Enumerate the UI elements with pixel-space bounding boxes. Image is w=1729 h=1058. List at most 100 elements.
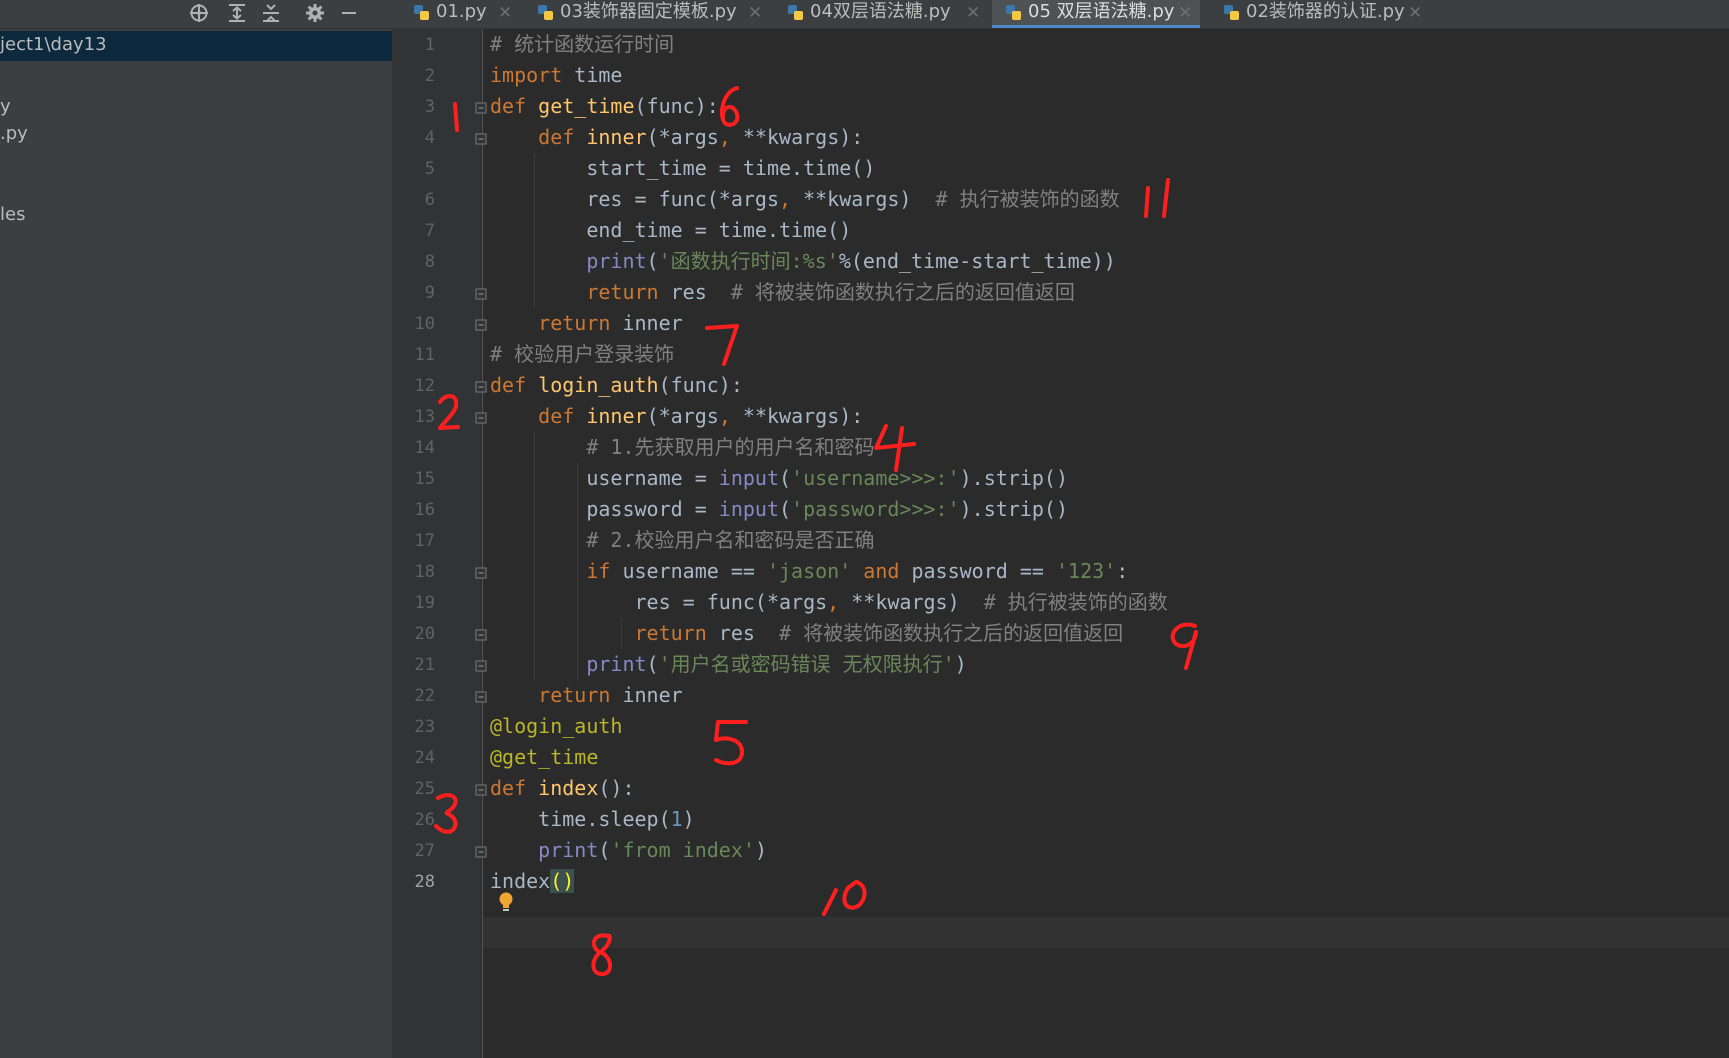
fold-marker-icon[interactable] bbox=[474, 689, 488, 703]
fold-marker-icon[interactable] bbox=[474, 100, 488, 114]
code-line[interactable]: if username == 'jason' and password == '… bbox=[490, 556, 1128, 587]
project-tree-item[interactable]: y bbox=[0, 96, 11, 117]
lightbulb-icon[interactable] bbox=[497, 891, 515, 917]
fold-marker-icon[interactable] bbox=[474, 131, 488, 145]
code-line[interactable]: # 统计函数运行时间 bbox=[490, 29, 674, 60]
line-number: 1 bbox=[424, 35, 435, 55]
code-line[interactable]: print('from index') bbox=[490, 835, 767, 866]
code-line[interactable]: return inner bbox=[490, 308, 683, 339]
close-icon[interactable]: ✕ bbox=[966, 1, 980, 25]
line-number: 2 bbox=[424, 66, 435, 86]
code-line[interactable]: def login_auth(func): bbox=[490, 370, 743, 401]
code-token: @login_auth bbox=[490, 714, 623, 738]
fold-marker-icon[interactable] bbox=[474, 658, 488, 672]
fold-marker-icon[interactable] bbox=[474, 410, 488, 424]
code-token: @get_time bbox=[490, 745, 599, 769]
code-line[interactable]: @login_auth bbox=[490, 711, 622, 742]
code-token: print bbox=[586, 652, 647, 676]
code-line[interactable]: end_time = time.time() bbox=[490, 215, 851, 246]
fold-marker-icon[interactable] bbox=[474, 286, 488, 300]
code-token: index bbox=[490, 869, 551, 893]
locate-icon[interactable] bbox=[186, 0, 212, 26]
tab-file[interactable]: 05 双层语法糖.py ✕ bbox=[992, 0, 1200, 28]
fold-marker-icon[interactable] bbox=[474, 844, 488, 858]
line-number-gutter: 1 2 3 4 5 6 7 8 9 10 11 12 13 14 15 16 17 18 19 20 21 22 23 24 2… bbox=[393, 29, 481, 1058]
line-number: 11 bbox=[414, 345, 435, 365]
code-token: return bbox=[586, 280, 659, 304]
code-line[interactable]: def get_time(func): bbox=[490, 91, 719, 122]
python-file-icon bbox=[1224, 5, 1239, 20]
code-line[interactable]: # 1.先获取用户的用户名和密码 bbox=[490, 432, 874, 463]
code-line[interactable]: start_time = time.time() bbox=[490, 153, 875, 184]
code-token: def bbox=[538, 404, 587, 428]
collapse-all-icon[interactable] bbox=[258, 0, 284, 26]
code-token: ) bbox=[754, 838, 767, 862]
code-token: (func): bbox=[634, 94, 719, 118]
gutter-separator bbox=[482, 29, 483, 1058]
line-number: 7 bbox=[424, 221, 435, 241]
code-token: input bbox=[718, 466, 779, 490]
fold-marker-icon[interactable] bbox=[474, 379, 488, 393]
close-icon[interactable]: ✕ bbox=[1408, 1, 1422, 25]
code-token: ( bbox=[779, 497, 792, 521]
code-token: and bbox=[851, 559, 900, 583]
close-icon[interactable]: ✕ bbox=[498, 1, 512, 25]
indent-guide bbox=[534, 432, 535, 680]
code-token: '函数执行时间:%s' bbox=[658, 249, 839, 273]
code-line[interactable]: time.sleep(1) bbox=[490, 804, 695, 835]
fold-marker-icon[interactable] bbox=[474, 565, 488, 579]
code-token: username == bbox=[610, 559, 767, 583]
project-path: ject1\day13 bbox=[0, 34, 107, 55]
code-line[interactable]: def index(): bbox=[490, 773, 635, 804]
fold-marker-icon[interactable] bbox=[474, 782, 488, 796]
code-token: ( bbox=[646, 249, 659, 273]
code-token: **kwargs): bbox=[742, 404, 864, 428]
code-line[interactable]: res = func(*args, **kwargs) # 执行被装饰的函数 bbox=[490, 587, 1167, 618]
line-number: 23 bbox=[414, 717, 435, 737]
code-editor[interactable]: 1 2 3 4 5 6 7 8 9 10 11 12 13 14 15 16 17 18 19 20 21 22 23 24 2… bbox=[393, 29, 1729, 1058]
code-line[interactable]: res = func(*args, **kwargs) # 执行被装饰的函数 bbox=[490, 184, 1119, 215]
code-line[interactable]: return res # 将被装饰函数执行之后的返回值返回 bbox=[490, 277, 1075, 308]
code-token: # 将被装饰函数执行之后的返回值返回 bbox=[730, 280, 1075, 304]
tab-file[interactable]: 01.py ✕ bbox=[400, 0, 520, 28]
code-line[interactable]: print('函数执行时间:%s'%(end_time-start_time)) bbox=[490, 246, 1115, 277]
tab-label: 03装饰器固定模板.py bbox=[560, 1, 737, 22]
code-line[interactable]: print('用户名或密码错误 无权限执行') bbox=[490, 649, 966, 680]
fold-marker-icon[interactable] bbox=[474, 317, 488, 331]
fold-marker-icon[interactable] bbox=[474, 627, 488, 641]
close-icon[interactable]: ✕ bbox=[1178, 1, 1192, 25]
expand-all-icon[interactable] bbox=[224, 0, 250, 26]
close-icon[interactable]: ✕ bbox=[748, 1, 762, 25]
selected-project-folder[interactable]: ject1\day13 bbox=[0, 31, 392, 61]
minimize-icon[interactable] bbox=[336, 0, 362, 26]
code-token: inner bbox=[610, 311, 683, 335]
gear-icon[interactable] bbox=[302, 0, 328, 26]
code-token: import bbox=[490, 63, 563, 87]
code-token: input bbox=[718, 497, 779, 521]
tab-file[interactable]: 03装饰器固定模板.py ✕ bbox=[524, 0, 770, 28]
tab-file[interactable]: 02装饰器的认证.py ✕ bbox=[1210, 0, 1430, 28]
code-token: inner bbox=[586, 125, 647, 149]
code-token: ( bbox=[598, 838, 611, 862]
code-line[interactable]: return inner bbox=[490, 680, 683, 711]
code-line[interactable]: # 2.校验用户名和密码是否正确 bbox=[490, 525, 875, 556]
project-tree-item[interactable]: les bbox=[0, 204, 25, 225]
code-line[interactable]: return res # 将被装饰函数执行之后的返回值返回 bbox=[490, 618, 1124, 649]
code-token: start_time = time.time() bbox=[490, 156, 876, 180]
code-line[interactable]: @get_time bbox=[490, 742, 598, 773]
tab-file[interactable]: 04双层语法糖.py ✕ bbox=[774, 0, 988, 28]
project-tree-item[interactable]: .py bbox=[0, 123, 28, 144]
code-token: # 2.校验用户名和密码是否正确 bbox=[586, 528, 875, 552]
code-line[interactable]: # 校验用户登录装饰 bbox=[490, 339, 674, 370]
line-number: 12 bbox=[414, 376, 435, 396]
code-line[interactable]: def inner(*args, **kwargs): bbox=[490, 401, 863, 432]
line-number: 19 bbox=[414, 593, 435, 613]
line-number: 21 bbox=[414, 655, 435, 675]
code-line[interactable]: import time bbox=[490, 60, 622, 91]
code-token: **kwargs): bbox=[742, 125, 864, 149]
code-line[interactable]: def inner(*args, **kwargs): bbox=[490, 122, 863, 153]
